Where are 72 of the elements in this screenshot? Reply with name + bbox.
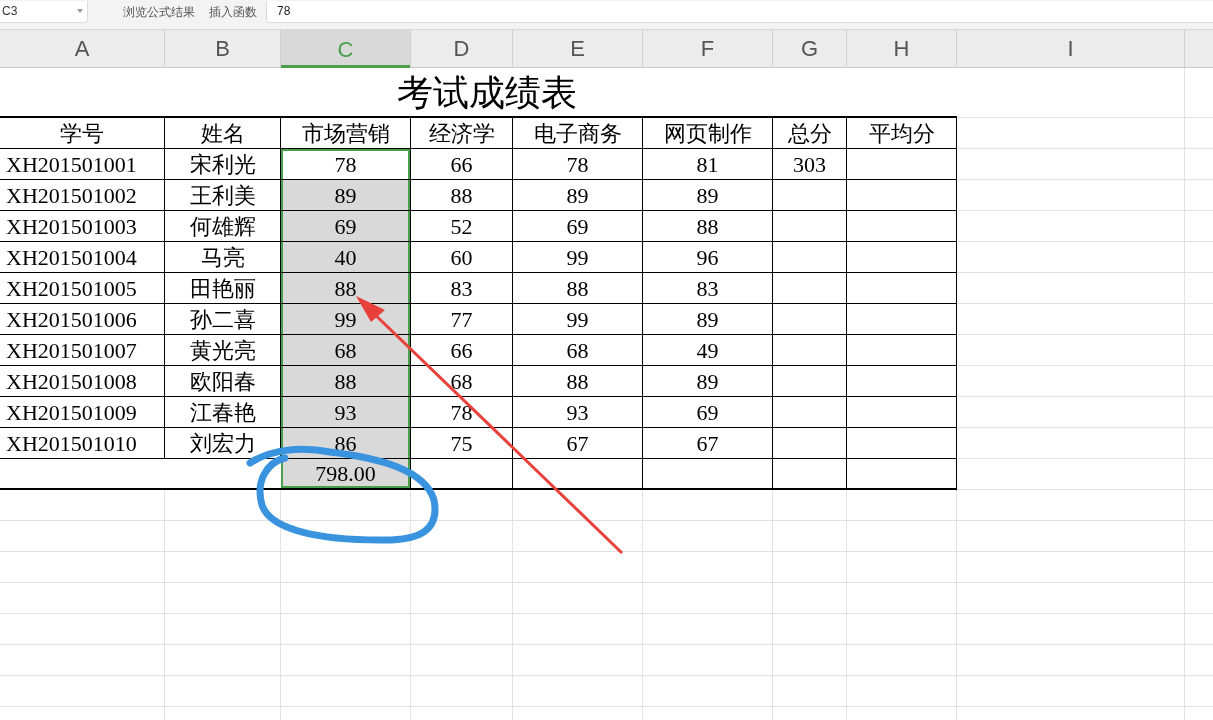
table-cell: 67 <box>513 428 643 459</box>
table-cell: 93 <box>513 397 643 428</box>
column-header[interactable]: I <box>957 30 1185 68</box>
column-heading: 总分 <box>773 118 847 149</box>
table-cell: 89 <box>513 180 643 211</box>
table-cell: 52 <box>411 211 513 242</box>
table-cell: 89 <box>643 304 773 335</box>
table-cell: 88 <box>513 273 643 304</box>
table-cell: XH201501003 <box>0 211 165 242</box>
column-header[interactable]: B <box>165 30 281 68</box>
table-cell: 68 <box>513 335 643 366</box>
table-cell: 78 <box>513 149 643 180</box>
table-cell: 93 <box>281 397 411 428</box>
table-cell: 89 <box>281 180 411 211</box>
table-cell: 66 <box>411 149 513 180</box>
column-heading: 姓名 <box>165 118 281 149</box>
table-cell: 88 <box>411 180 513 211</box>
table-cell: XH201501007 <box>0 335 165 366</box>
table-cell: 77 <box>411 304 513 335</box>
table-cell: 99 <box>281 304 411 335</box>
table-cell: 78 <box>281 149 411 180</box>
table-cell: 75 <box>411 428 513 459</box>
column-heading: 经济学 <box>411 118 513 149</box>
table-cell: 78 <box>411 397 513 428</box>
table-cell: 798.00 <box>281 459 411 490</box>
column-header[interactable]: G <box>773 30 847 68</box>
table-cell: 88 <box>281 273 411 304</box>
column-header[interactable]: E <box>513 30 643 68</box>
table-cell: XH201501004 <box>0 242 165 273</box>
table-cell: 99 <box>513 304 643 335</box>
column-header[interactable]: F <box>643 30 773 68</box>
dropdown-icon <box>77 9 83 13</box>
title-cell: 考试成绩表 <box>0 68 957 118</box>
formula-field[interactable]: 78 <box>266 0 1213 23</box>
table-cell: XH201501010 <box>0 428 165 459</box>
toolbar-button[interactable]: 插入函数 <box>209 2 257 21</box>
table-cell: 69 <box>643 397 773 428</box>
table-cell: XH201501009 <box>0 397 165 428</box>
column-heading: 学号 <box>0 118 165 149</box>
table-cell: 68 <box>281 335 411 366</box>
table-cell: 83 <box>411 273 513 304</box>
column-header[interactable]: A <box>0 30 165 68</box>
table-cell: XH201501005 <box>0 273 165 304</box>
table-cell: 99 <box>513 242 643 273</box>
column-header[interactable]: D <box>411 30 513 68</box>
table-cell: XH201501008 <box>0 366 165 397</box>
column-header[interactable]: H <box>847 30 957 68</box>
table-cell: 69 <box>513 211 643 242</box>
table-cell: 68 <box>411 366 513 397</box>
table-cell: 83 <box>643 273 773 304</box>
table-cell: 60 <box>411 242 513 273</box>
table-cell: 89 <box>643 366 773 397</box>
name-box[interactable]: C3 <box>0 0 88 23</box>
toolbar-button[interactable]: 浏览公式结果 <box>123 2 195 21</box>
table-cell: 88 <box>513 366 643 397</box>
table-cell: 49 <box>643 335 773 366</box>
table-cell: XH201501001 <box>0 149 165 180</box>
table-cell: 96 <box>643 242 773 273</box>
column-heading: 平均分 <box>847 118 957 149</box>
table-cell: XH201501002 <box>0 180 165 211</box>
table-cell: 67 <box>643 428 773 459</box>
table-cell: 40 <box>281 242 411 273</box>
table-cell: 88 <box>643 211 773 242</box>
table-cell: 66 <box>411 335 513 366</box>
table-cell: 69 <box>281 211 411 242</box>
table-cell: 88 <box>281 366 411 397</box>
table-cell: 89 <box>643 180 773 211</box>
column-heading: 电子商务 <box>513 118 643 149</box>
table-cell: XH201501006 <box>0 304 165 335</box>
column-heading: 网页制作 <box>643 118 773 149</box>
table-cell: 81 <box>643 149 773 180</box>
table-cell: 303 <box>773 149 847 180</box>
